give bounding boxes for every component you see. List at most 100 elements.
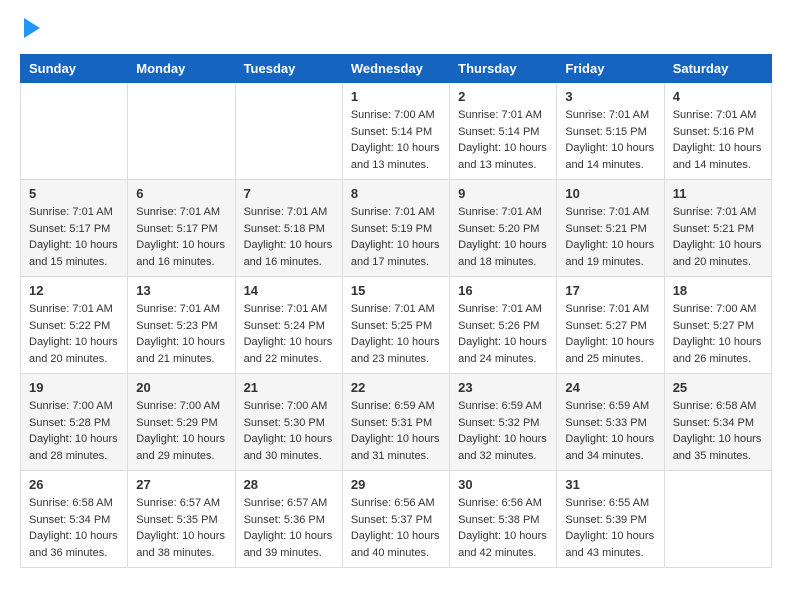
calendar-cell: 22 Sunrise: 6:59 AM Sunset: 5:31 PM Dayli…: [342, 374, 449, 471]
day-number: 2: [458, 89, 548, 104]
day-info: Sunrise: 6:56 AM Sunset: 5:38 PM Dayligh…: [458, 495, 548, 561]
day-info: Sunrise: 6:57 AM Sunset: 5:36 PM Dayligh…: [244, 495, 334, 561]
calendar-cell: [21, 83, 128, 180]
calendar-cell: [235, 83, 342, 180]
day-info: Sunrise: 7:00 AM Sunset: 5:30 PM Dayligh…: [244, 398, 334, 464]
day-info: Sunrise: 7:01 AM Sunset: 5:22 PM Dayligh…: [29, 301, 119, 367]
day-info: Sunrise: 7:01 AM Sunset: 5:25 PM Dayligh…: [351, 301, 441, 367]
day-info: Sunrise: 6:59 AM Sunset: 5:33 PM Dayligh…: [565, 398, 655, 464]
calendar-cell: 29Sunrise: 6:56 AM Sunset: 5:37 PM Dayli…: [342, 471, 449, 568]
day-info: Sunrise: 7:01 AM Sunset: 5:15 PM Dayligh…: [565, 107, 655, 173]
day-number: 31: [565, 477, 655, 492]
column-header-friday: Friday: [557, 55, 664, 83]
day-number: 28: [244, 477, 334, 492]
day-info: Sunrise: 7:00 AM Sunset: 5:14 PM Dayligh…: [351, 107, 441, 173]
calendar-cell: 28 Sunrise: 6:57 AM Sunset: 5:36 PM Dayli…: [235, 471, 342, 568]
day-info: Sunrise: 7:00 AM Sunset: 5:27 PM Dayligh…: [673, 301, 763, 367]
day-info: Sunrise: 7:01 AM Sunset: 5:27 PM Dayligh…: [565, 301, 655, 367]
calendar-cell: 9 Sunrise: 7:01 AM Sunset: 5:20 PM Daylig…: [450, 180, 557, 277]
day-info: Sunrise: 7:01 AM Sunset: 5:20 PM Dayligh…: [458, 204, 548, 270]
day-info: Sunrise: 7:01 AM Sunset: 5:23 PM Dayligh…: [136, 301, 226, 367]
calendar-cell: 7 Sunrise: 7:01 AM Sunset: 5:18 PM Daylig…: [235, 180, 342, 277]
calendar-cell: 3 Sunrise: 7:01 AM Sunset: 5:15 PM Daylig…: [557, 83, 664, 180]
calendar-cell: 20 Sunrise: 7:00 AM Sunset: 5:29 PM Dayli…: [128, 374, 235, 471]
day-info: Sunrise: 7:01 AM Sunset: 5:21 PM Dayligh…: [673, 204, 763, 270]
calendar-week-row: 26Sunrise: 6:58 AM Sunset: 5:34 PM Dayli…: [21, 471, 772, 568]
day-number: 30: [458, 477, 548, 492]
day-number: 10: [565, 186, 655, 201]
day-info: Sunrise: 7:01 AM Sunset: 5:18 PM Dayligh…: [244, 204, 334, 270]
calendar-cell: 31 Sunrise: 6:55 AM Sunset: 5:39 PM Dayli…: [557, 471, 664, 568]
day-number: 17: [565, 283, 655, 298]
column-header-monday: Monday: [128, 55, 235, 83]
day-number: 19: [29, 380, 119, 395]
calendar-week-row: 12 Sunrise: 7:01 AM Sunset: 5:22 PM Dayli…: [21, 277, 772, 374]
day-number: 6: [136, 186, 226, 201]
calendar-cell: 4 Sunrise: 7:01 AM Sunset: 5:16 PM Daylig…: [664, 83, 771, 180]
calendar-cell: 12 Sunrise: 7:01 AM Sunset: 5:22 PM Dayli…: [21, 277, 128, 374]
day-number: 4: [673, 89, 763, 104]
day-number: 21: [244, 380, 334, 395]
logo-arrow-icon: [24, 18, 40, 38]
calendar-cell: 6 Sunrise: 7:01 AM Sunset: 5:17 PM Daylig…: [128, 180, 235, 277]
calendar-cell: 25 Sunrise: 6:58 AM Sunset: 5:34 PM Dayli…: [664, 374, 771, 471]
day-info: Sunrise: 6:59 AM Sunset: 5:31 PM Dayligh…: [351, 398, 441, 464]
calendar-cell: 30 Sunrise: 6:56 AM Sunset: 5:38 PM Dayli…: [450, 471, 557, 568]
day-number: 14: [244, 283, 334, 298]
calendar-cell: 19 Sunrise: 7:00 AM Sunset: 5:28 PM Dayli…: [21, 374, 128, 471]
calendar-cell: 24Sunrise: 6:59 AM Sunset: 5:33 PM Dayli…: [557, 374, 664, 471]
day-info: Sunrise: 7:00 AM Sunset: 5:28 PM Dayligh…: [29, 398, 119, 464]
calendar-cell: [128, 83, 235, 180]
day-info: Sunrise: 6:58 AM Sunset: 5:34 PM Dayligh…: [29, 495, 119, 561]
day-number: 20: [136, 380, 226, 395]
day-number: 9: [458, 186, 548, 201]
calendar-cell: 15Sunrise: 7:01 AM Sunset: 5:25 PM Dayli…: [342, 277, 449, 374]
day-number: 23: [458, 380, 548, 395]
day-info: Sunrise: 7:01 AM Sunset: 5:24 PM Dayligh…: [244, 301, 334, 367]
day-number: 18: [673, 283, 763, 298]
calendar-week-row: 19 Sunrise: 7:00 AM Sunset: 5:28 PM Dayli…: [21, 374, 772, 471]
day-number: 1: [351, 89, 441, 104]
calendar-cell: 10Sunrise: 7:01 AM Sunset: 5:21 PM Dayli…: [557, 180, 664, 277]
column-header-saturday: Saturday: [664, 55, 771, 83]
column-header-tuesday: Tuesday: [235, 55, 342, 83]
calendar-week-row: 5 Sunrise: 7:01 AM Sunset: 5:17 PM Daylig…: [21, 180, 772, 277]
day-number: 29: [351, 477, 441, 492]
day-number: 7: [244, 186, 334, 201]
day-number: 3: [565, 89, 655, 104]
calendar-cell: 27 Sunrise: 6:57 AM Sunset: 5:35 PM Dayli…: [128, 471, 235, 568]
day-number: 25: [673, 380, 763, 395]
page-header: [20, 20, 772, 38]
calendar-cell: 5 Sunrise: 7:01 AM Sunset: 5:17 PM Daylig…: [21, 180, 128, 277]
day-info: Sunrise: 7:01 AM Sunset: 5:14 PM Dayligh…: [458, 107, 548, 173]
day-info: Sunrise: 6:55 AM Sunset: 5:39 PM Dayligh…: [565, 495, 655, 561]
calendar-cell: [664, 471, 771, 568]
day-info: Sunrise: 6:57 AM Sunset: 5:35 PM Dayligh…: [136, 495, 226, 561]
calendar-cell: 14 Sunrise: 7:01 AM Sunset: 5:24 PM Dayli…: [235, 277, 342, 374]
calendar-cell: 26Sunrise: 6:58 AM Sunset: 5:34 PM Dayli…: [21, 471, 128, 568]
day-info: Sunrise: 7:01 AM Sunset: 5:17 PM Dayligh…: [29, 204, 119, 270]
column-header-sunday: Sunday: [21, 55, 128, 83]
day-info: Sunrise: 7:00 AM Sunset: 5:29 PM Dayligh…: [136, 398, 226, 464]
day-info: Sunrise: 6:59 AM Sunset: 5:32 PM Dayligh…: [458, 398, 548, 464]
day-number: 27: [136, 477, 226, 492]
logo: [20, 20, 40, 38]
day-number: 5: [29, 186, 119, 201]
calendar-cell: 18 Sunrise: 7:00 AM Sunset: 5:27 PM Dayli…: [664, 277, 771, 374]
calendar-cell: 13 Sunrise: 7:01 AM Sunset: 5:23 PM Dayli…: [128, 277, 235, 374]
day-number: 12: [29, 283, 119, 298]
day-number: 11: [673, 186, 763, 201]
calendar-cell: 8Sunrise: 7:01 AM Sunset: 5:19 PM Daylig…: [342, 180, 449, 277]
column-header-wednesday: Wednesday: [342, 55, 449, 83]
day-number: 13: [136, 283, 226, 298]
day-number: 16: [458, 283, 548, 298]
calendar-week-row: 1 Sunrise: 7:00 AM Sunset: 5:14 PM Daylig…: [21, 83, 772, 180]
day-info: Sunrise: 7:01 AM Sunset: 5:17 PM Dayligh…: [136, 204, 226, 270]
day-info: Sunrise: 7:01 AM Sunset: 5:19 PM Dayligh…: [351, 204, 441, 270]
calendar-cell: 17 Sunrise: 7:01 AM Sunset: 5:27 PM Dayli…: [557, 277, 664, 374]
column-header-thursday: Thursday: [450, 55, 557, 83]
day-info: Sunrise: 7:01 AM Sunset: 5:16 PM Dayligh…: [673, 107, 763, 173]
calendar-cell: 16Sunrise: 7:01 AM Sunset: 5:26 PM Dayli…: [450, 277, 557, 374]
day-number: 22: [351, 380, 441, 395]
day-info: Sunrise: 6:58 AM Sunset: 5:34 PM Dayligh…: [673, 398, 763, 464]
